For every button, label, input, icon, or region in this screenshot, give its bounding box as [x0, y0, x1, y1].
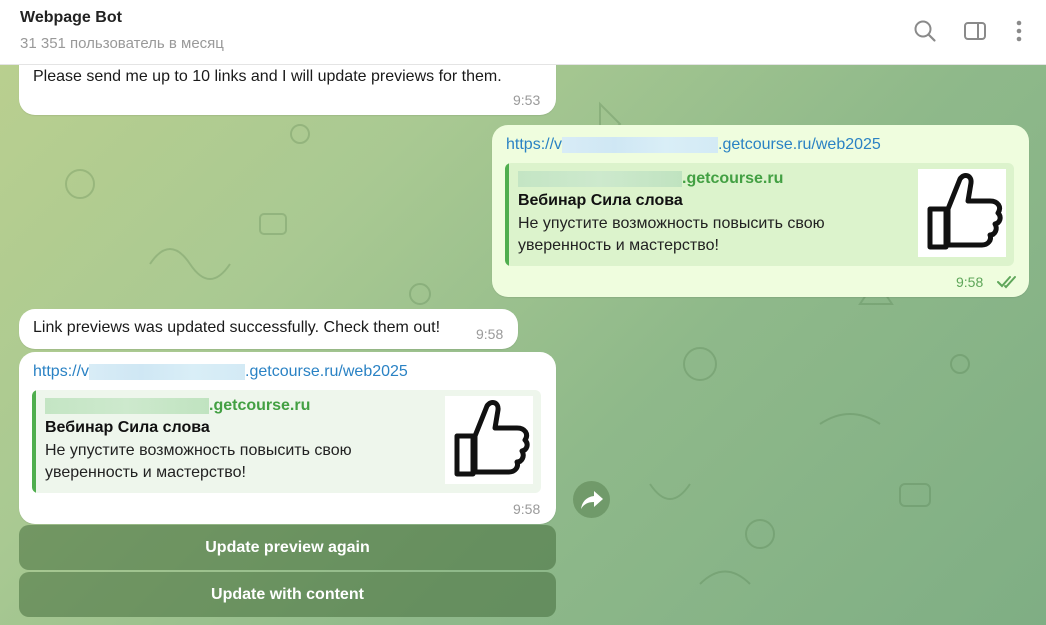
redacted-blur: [518, 170, 682, 187]
preview-desc-line1: Не упустите возможность повысить свою: [45, 442, 352, 459]
link-prefix: https://v: [506, 136, 563, 153]
message-time: 9:58: [956, 274, 984, 290]
message-time: 9:53: [513, 92, 541, 108]
redacted-blur: [89, 363, 246, 380]
message-text: Link previews was updated successfully. …: [33, 319, 441, 336]
preview-accent-bar: [32, 390, 36, 493]
link-prefix: https://v: [33, 363, 90, 380]
update-with-content-button[interactable]: Update with content: [19, 572, 556, 617]
message-text: Please send me up to 10 links and I will…: [33, 68, 502, 85]
preview-desc-line1: Не упустите возможность повысить свою: [518, 215, 825, 232]
preview-title: Вебинар Сила слова: [518, 192, 683, 209]
preview-desc-line2: уверенность и мастерство!: [45, 464, 246, 481]
thumbs-up-icon: [454, 400, 530, 477]
preview-thumbnail: [918, 169, 1006, 257]
chat-header: Webpage Bot 31 351 пользователь в месяц: [0, 0, 1046, 65]
link-preview[interactable]: .getcourse.ru Вебинар Сила слова Не упус…: [505, 163, 1014, 266]
update-preview-again-button[interactable]: Update preview again: [19, 525, 556, 570]
forward-arrow-icon: [581, 491, 603, 509]
preview-desc-line2: уверенность и мастерство!: [518, 237, 719, 254]
preview-site-name: .getcourse.ru: [45, 397, 310, 415]
preview-site-name: .getcourse.ru: [518, 170, 783, 188]
preview-description: Не упустите возможность повысить свою ув…: [45, 440, 352, 484]
more-vertical-icon[interactable]: [1006, 18, 1032, 44]
preview-thumbnail: [445, 396, 533, 484]
chat-message-area[interactable]: Please send me up to 10 links and I will…: [0, 64, 1046, 625]
link-suffix: .getcourse.ru/web2025: [245, 363, 408, 380]
redacted-blur: [45, 397, 209, 414]
sidebar-toggle-icon[interactable]: [962, 18, 988, 44]
link-suffix: .getcourse.ru/web2025: [718, 136, 881, 153]
chat-subtitle: 31 351 пользователь в месяц: [20, 35, 224, 52]
thumbs-up-icon: [927, 173, 1003, 250]
preview-description: Не упустите возможность повысить свою ув…: [518, 213, 825, 257]
bot-message-link[interactable]: https://v .getcourse.ru/web2025 .getcours…: [19, 352, 556, 524]
preview-site-suffix: .getcourse.ru: [209, 397, 311, 414]
bot-message-intro[interactable]: Please send me up to 10 links and I will…: [19, 64, 556, 115]
search-icon[interactable]: [912, 18, 938, 44]
double-check-icon: [997, 275, 1019, 294]
message-time: 9:58: [513, 501, 541, 517]
bot-message-success[interactable]: Link previews was updated successfully. …: [19, 309, 518, 349]
link-preview[interactable]: .getcourse.ru Вебинар Сила слова Не упус…: [32, 390, 541, 493]
preview-accent-bar: [505, 163, 509, 266]
forward-button[interactable]: [573, 481, 610, 518]
telegram-chat-window: Webpage Bot 31 351 пользователь в месяц: [0, 0, 1046, 625]
message-link[interactable]: https://v .getcourse.ru/web2025: [506, 136, 881, 154]
preview-title: Вебинар Сила слова: [45, 419, 210, 436]
message-link[interactable]: https://v .getcourse.ru/web2025: [33, 363, 408, 381]
user-message-link[interactable]: https://v .getcourse.ru/web2025 .getcours…: [492, 125, 1029, 297]
chat-title[interactable]: Webpage Bot: [20, 9, 122, 27]
message-time: 9:58: [476, 326, 504, 342]
preview-site-suffix: .getcourse.ru: [682, 170, 784, 187]
redacted-blur: [562, 136, 719, 153]
